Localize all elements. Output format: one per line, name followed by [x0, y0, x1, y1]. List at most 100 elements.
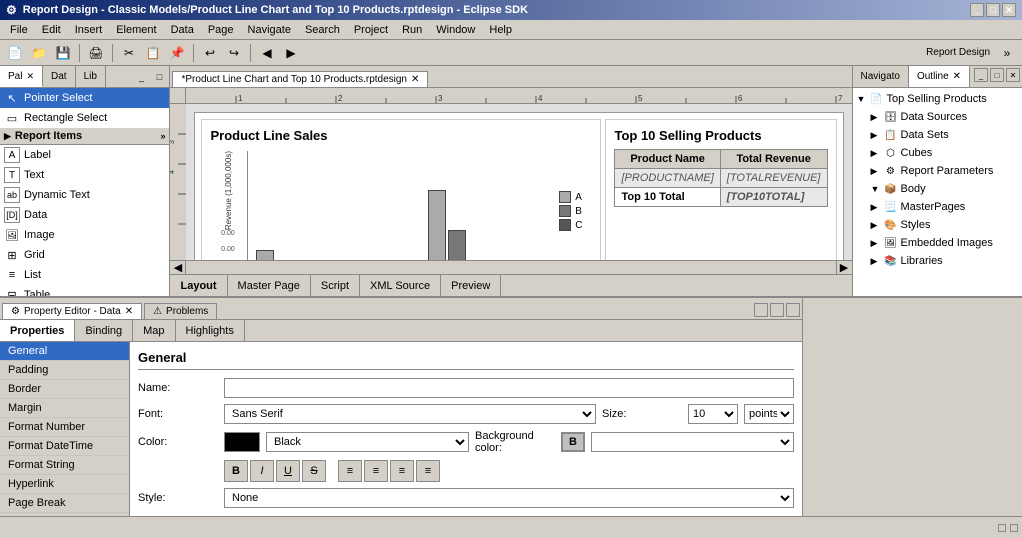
- palette-tab-lib[interactable]: Lib: [76, 66, 106, 87]
- bg-color-select[interactable]: [591, 432, 794, 452]
- property-tab-data[interactable]: ⚙ Property Editor - Data ✕: [2, 303, 142, 319]
- tab-xml-source[interactable]: XML Source: [360, 275, 441, 296]
- sidebar-border[interactable]: Border: [0, 380, 129, 399]
- menu-help[interactable]: Help: [483, 22, 518, 38]
- palette-section-report-items[interactable]: ▶ Report Items »: [0, 128, 169, 145]
- align-justify-button[interactable]: ≡: [416, 460, 440, 482]
- tab-preview[interactable]: Preview: [441, 275, 501, 296]
- doc-tab-main[interactable]: *Product Line Chart and Top 10 Products.…: [172, 71, 428, 87]
- tree-item-data-sets[interactable]: ▶ 📋 Data Sets: [855, 126, 1020, 144]
- sidebar-format-number[interactable]: Format Number: [0, 418, 129, 437]
- palette-label[interactable]: A Label: [0, 145, 169, 165]
- strikethrough-button[interactable]: S: [302, 460, 326, 482]
- redo-button[interactable]: ↪: [223, 43, 245, 63]
- sidebar-margin[interactable]: Margin: [0, 399, 129, 418]
- sidebar-page-break[interactable]: Page Break: [0, 494, 129, 513]
- outline-tab-close[interactable]: ✕: [953, 71, 961, 82]
- tab-outline[interactable]: Outline ✕: [909, 66, 970, 87]
- toggle-data-sources[interactable]: ▶: [871, 112, 883, 123]
- palette-data[interactable]: [D] Data: [0, 205, 169, 225]
- color-button[interactable]: [224, 432, 260, 452]
- menu-data[interactable]: Data: [165, 22, 200, 38]
- outline-maximize[interactable]: □: [990, 68, 1004, 82]
- cut-button[interactable]: ✂: [118, 43, 140, 63]
- toggle-master-pages[interactable]: ▶: [871, 202, 883, 213]
- align-right-button[interactable]: ≡: [390, 460, 414, 482]
- palette-pointer-select[interactable]: ↖ Pointer Select: [0, 88, 169, 108]
- sidebar-format-datetime[interactable]: Format DateTime: [0, 437, 129, 456]
- bold-button[interactable]: B: [224, 460, 248, 482]
- palette-tab-dat[interactable]: Dat: [43, 66, 76, 87]
- align-center-button[interactable]: ≡: [364, 460, 388, 482]
- toolbar-extra[interactable]: »: [996, 43, 1018, 63]
- align-left-button[interactable]: ≡: [338, 460, 362, 482]
- outline-close[interactable]: ✕: [1006, 68, 1020, 82]
- palette-maximize[interactable]: □: [151, 69, 167, 85]
- scroll-left-btn[interactable]: ◀: [170, 261, 186, 274]
- size-select[interactable]: 10: [688, 404, 738, 424]
- h-scrollbar[interactable]: ◀ ▶: [170, 260, 851, 274]
- style-select[interactable]: None: [224, 488, 794, 508]
- palette-tab-pal[interactable]: Pal ✕: [0, 66, 43, 87]
- tree-item-report-parameters[interactable]: ▶ ⚙ Report Parameters: [855, 162, 1020, 180]
- tree-item-embedded-images[interactable]: ▶ 🖼 Embedded Images: [855, 234, 1020, 252]
- doc-tab-close[interactable]: ✕: [411, 74, 419, 85]
- tab-navigator[interactable]: Navigato: [853, 66, 909, 87]
- toggle-libraries[interactable]: ▶: [871, 256, 883, 267]
- tree-item-data-sources[interactable]: ▶ 🗄 Data Sources: [855, 108, 1020, 126]
- forward-button[interactable]: ▶: [280, 43, 302, 63]
- menu-element[interactable]: Element: [110, 22, 162, 38]
- tree-item-libraries[interactable]: ▶ 📚 Libraries: [855, 252, 1020, 270]
- toggle-top-selling[interactable]: ▼: [857, 94, 869, 104]
- sidebar-format-string[interactable]: Format String: [0, 456, 129, 475]
- save-button[interactable]: 💾: [52, 43, 74, 63]
- property-tab-close[interactable]: ✕: [125, 306, 133, 317]
- back-button[interactable]: ◀: [256, 43, 278, 63]
- palette-image[interactable]: 🖼 Image: [0, 225, 169, 245]
- tab-script[interactable]: Script: [311, 275, 360, 296]
- tab-layout[interactable]: Layout: [170, 275, 227, 296]
- outline-minimize[interactable]: _: [974, 68, 988, 82]
- sidebar-hyperlink[interactable]: Hyperlink: [0, 475, 129, 494]
- property-tab-problems[interactable]: ⚠ Problems: [144, 303, 217, 319]
- sidebar-general[interactable]: General: [0, 342, 129, 361]
- bg-color-button[interactable]: B: [561, 432, 585, 452]
- prop-maximize[interactable]: [770, 303, 784, 317]
- toggle-styles[interactable]: ▶: [871, 220, 883, 231]
- italic-button[interactable]: I: [250, 460, 274, 482]
- sub-tab-properties[interactable]: Properties: [0, 320, 75, 341]
- open-button[interactable]: 📁: [28, 43, 50, 63]
- sub-tab-highlights[interactable]: Highlights: [176, 320, 245, 341]
- paste-button[interactable]: 📌: [166, 43, 188, 63]
- undo-button[interactable]: ↩: [199, 43, 221, 63]
- underline-button[interactable]: U: [276, 460, 300, 482]
- copy-button[interactable]: 📋: [142, 43, 164, 63]
- palette-minimize[interactable]: _: [133, 69, 149, 85]
- menu-navigate[interactable]: Navigate: [242, 22, 297, 38]
- toggle-data-sets[interactable]: ▶: [871, 130, 883, 141]
- tree-item-body[interactable]: ▼ 📦 Body: [855, 180, 1020, 198]
- menu-file[interactable]: File: [4, 22, 34, 38]
- toggle-report-parameters[interactable]: ▶: [871, 166, 883, 177]
- tree-item-master-pages[interactable]: ▶ 📃 MasterPages: [855, 198, 1020, 216]
- prop-minimize[interactable]: [754, 303, 768, 317]
- tree-item-top-selling[interactable]: ▼ 📄 Top Selling Products: [855, 90, 1020, 108]
- menu-window[interactable]: Window: [430, 22, 481, 38]
- sidebar-padding[interactable]: Padding: [0, 361, 129, 380]
- palette-rectangle-select[interactable]: ▭ Rectangle Select: [0, 108, 169, 128]
- unit-select[interactable]: points: [744, 404, 794, 424]
- tree-item-cubes[interactable]: ▶ ⬡ Cubes: [855, 144, 1020, 162]
- minimize-button[interactable]: _: [970, 3, 984, 17]
- tab-master-page[interactable]: Master Page: [228, 275, 311, 296]
- menu-edit[interactable]: Edit: [36, 22, 67, 38]
- print-button[interactable]: 🖨: [85, 43, 107, 63]
- palette-list[interactable]: ≡ List: [0, 265, 169, 285]
- menu-run[interactable]: Run: [396, 22, 428, 38]
- font-select[interactable]: Sans Serif: [224, 404, 596, 424]
- menu-insert[interactable]: Insert: [69, 22, 109, 38]
- new-button[interactable]: 📄: [4, 43, 26, 63]
- sub-tab-binding[interactable]: Binding: [75, 320, 133, 341]
- palette-grid[interactable]: ⊞ Grid: [0, 245, 169, 265]
- palette-table[interactable]: ⊟ Table: [0, 285, 169, 296]
- tree-item-styles[interactable]: ▶ 🎨 Styles: [855, 216, 1020, 234]
